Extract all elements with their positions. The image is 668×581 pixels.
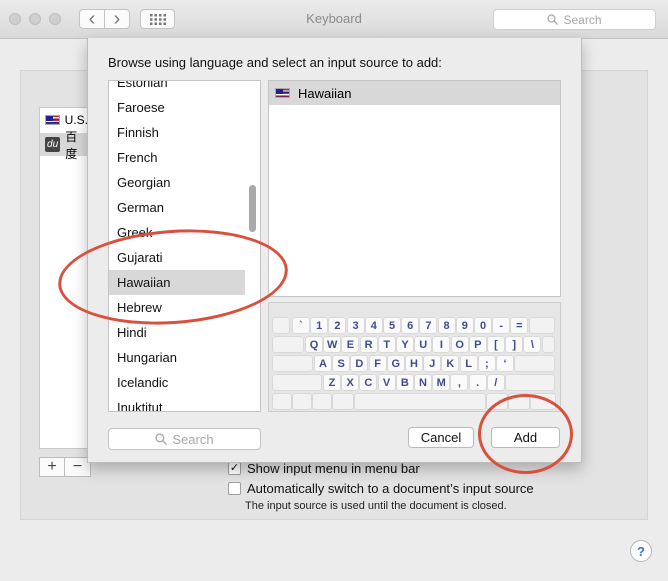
keyboard-key: . — [469, 375, 486, 390]
keyboard-spacer-key — [273, 356, 312, 371]
auto-switch-checkbox[interactable] — [228, 482, 241, 495]
keyboard-key: B — [396, 375, 413, 390]
cancel-button[interactable]: Cancel — [408, 427, 474, 448]
language-item-estonian[interactable]: Estonian — [109, 81, 245, 95]
keyboard-key: S — [333, 356, 350, 371]
language-item-french[interactable]: French — [109, 145, 245, 170]
keyboard-bottom-key — [333, 394, 353, 409]
language-search-field[interactable]: Search — [108, 428, 261, 450]
keyboard-key: H — [406, 356, 422, 371]
auto-switch-label: Automatically switch to a document’s inp… — [247, 481, 534, 496]
keyboard-bottom-key — [293, 394, 311, 409]
keyboard-key: M — [433, 375, 450, 390]
window-search-placeholder: Search — [563, 12, 602, 27]
sheet-title: Browse using language and select an inpu… — [108, 55, 442, 70]
keyboard-key: T — [378, 337, 395, 352]
keyboard-key: F — [369, 356, 386, 371]
language-list-scrollbar[interactable] — [249, 185, 256, 232]
keyboard-key: A — [315, 356, 331, 371]
keyboard-key: O — [451, 337, 468, 352]
keyboard-key: - — [493, 318, 510, 333]
source-label: 百度 — [65, 129, 78, 161]
keyboard-key: 2 — [329, 318, 346, 333]
show-menu-label: Show input menu in menu bar — [247, 461, 420, 476]
keyboard-key: Y — [397, 337, 413, 352]
language-item-finnish[interactable]: Finnish — [109, 120, 245, 145]
keyboard-key: 1 — [311, 318, 328, 333]
keyboard-spacer-key — [273, 375, 321, 390]
keyboard-key: N — [415, 375, 431, 390]
keyboard-key: R — [360, 337, 377, 352]
language-item-faroese[interactable]: Faroese — [109, 95, 245, 120]
keyboard-key: 8 — [438, 318, 455, 333]
keyboard-key: [ — [488, 337, 504, 352]
search-icon — [547, 14, 559, 25]
keyboard-key: ` — [293, 318, 309, 333]
keyboard-key: K — [442, 356, 459, 371]
annotation-circle-add — [478, 394, 573, 474]
keyboard-key: W — [324, 337, 341, 352]
language-item-inuktitut[interactable]: Inuktitut — [109, 395, 245, 411]
add-source-button[interactable]: + — [39, 457, 65, 477]
window-titlebar: ‹ › Keyboard Search — [0, 0, 668, 39]
keyboard-key: 4 — [365, 318, 382, 333]
show-menu-option[interactable]: ✓ Show input menu in menu bar — [228, 461, 420, 476]
keyboard-spacer-key — [529, 318, 554, 333]
baidu-icon: du — [45, 137, 61, 152]
keyboard-key: E — [342, 337, 359, 352]
keyboard-key: C — [360, 375, 377, 390]
keyboard-bottom-key — [273, 394, 291, 409]
keyboard-key: = — [511, 318, 528, 333]
add-remove-controls: + − — [39, 457, 91, 477]
input-source-row-hawaiian[interactable]: Hawaiian — [269, 81, 560, 105]
language-item-georgian[interactable]: Georgian — [109, 170, 245, 195]
keyboard-key: I — [433, 337, 450, 352]
show-menu-checkbox[interactable]: ✓ — [228, 462, 241, 475]
keyboard-key: X — [342, 375, 359, 390]
auto-switch-option[interactable]: Automatically switch to a document’s inp… — [228, 481, 534, 496]
keyboard-spacer-key — [542, 337, 554, 352]
window-search-field[interactable]: Search — [493, 9, 656, 30]
auto-switch-note: The input source is used until the docum… — [245, 500, 507, 512]
keyboard-key: Q — [306, 337, 322, 352]
keyboard-key: 3 — [347, 318, 364, 333]
keyboard-key: 7 — [420, 318, 437, 333]
source-label: U.S. — [64, 112, 88, 127]
keyboard-spacer-key — [515, 356, 554, 371]
keyboard-key: ‘ — [497, 356, 513, 371]
keyboard-key: 5 — [384, 318, 400, 333]
keyboard-key: U — [415, 337, 432, 352]
keyboard-key: \ — [524, 337, 541, 352]
keyboard-key: J — [424, 356, 441, 371]
input-source-label: Hawaiian — [298, 85, 352, 101]
keyboard-key: G — [387, 356, 404, 371]
keyboard-key: D — [351, 356, 368, 371]
keyboard-bottom-key — [313, 394, 331, 409]
input-source-options[interactable]: Hawaiian — [268, 80, 561, 297]
language-item-icelandic[interactable]: Icelandic — [109, 370, 245, 395]
language-search-placeholder: Search — [172, 431, 214, 447]
keyboard-spacer-key — [506, 375, 554, 390]
language-item-hungarian[interactable]: Hungarian — [109, 345, 245, 370]
keyboard-spacer-key — [273, 318, 289, 333]
keyboard-key: , — [451, 375, 468, 390]
keyboard-key: ] — [506, 337, 523, 352]
source-row-baidu[interactable]: du 百度 — [40, 130, 88, 161]
language-item-german[interactable]: German — [109, 195, 245, 220]
keyboard-key: L — [460, 356, 477, 371]
keyboard-key: P — [469, 337, 486, 352]
keyboard-key: V — [378, 375, 395, 390]
search-icon — [155, 433, 168, 445]
keyboard-key: 9 — [456, 318, 473, 333]
keyboard-bottom-key — [355, 394, 485, 409]
keyboard-key: ; — [478, 356, 495, 371]
keyboard-key: / — [487, 375, 504, 390]
keyboard-key: 6 — [402, 318, 419, 333]
hawaii-flag-icon — [275, 88, 290, 98]
keyboard-key: 0 — [475, 318, 491, 333]
keyboard-spacer-key — [273, 337, 303, 352]
help-button[interactable]: ? — [630, 540, 652, 562]
keyboard-key: Z — [324, 375, 340, 390]
us-flag-icon — [45, 114, 60, 125]
